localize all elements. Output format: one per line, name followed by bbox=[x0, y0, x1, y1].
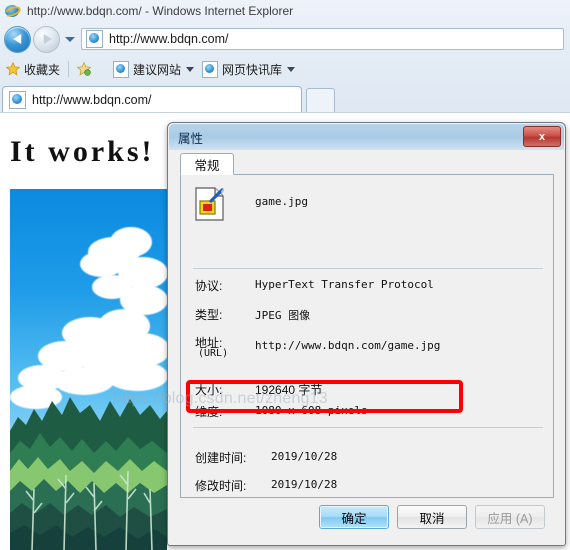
address-bar[interactable]: http://www.bdqn.com/ bbox=[81, 28, 564, 50]
dialog-tab-panel: game.jpg 协议: HyperText Transfer Protocol… bbox=[180, 174, 554, 498]
apply-button: 应用 (A) bbox=[475, 505, 545, 529]
favorites-item-label: 建议网站 bbox=[133, 62, 182, 77]
divider-bottom bbox=[193, 427, 543, 428]
tab-strip: http://www.bdqn.com/ bbox=[0, 84, 570, 113]
game-image[interactable] bbox=[10, 189, 167, 550]
dialog-button-row: 确定 取消 应用 (A) bbox=[168, 505, 565, 535]
dialog-title: 属性 bbox=[178, 131, 204, 146]
back-button[interactable] bbox=[4, 25, 31, 53]
recent-pages-chevron-down-icon[interactable] bbox=[65, 36, 75, 42]
toolbar-divider bbox=[68, 61, 70, 77]
browser-chrome: http://www.bdqn.com/ - Windows Internet … bbox=[0, 0, 570, 113]
internet-explorer-icon bbox=[113, 60, 130, 78]
page-icon bbox=[86, 30, 103, 48]
chevron-down-icon[interactable] bbox=[287, 66, 296, 72]
dialog-title-bar[interactable]: 属性 bbox=[169, 124, 564, 150]
url-highlight-box bbox=[186, 380, 463, 413]
favorites-item-suggested-sites[interactable]: 建议网站 bbox=[113, 60, 195, 78]
tab-bdqn[interactable]: http://www.bdqn.com/ bbox=[2, 86, 302, 112]
field-value: 2019/10/28 bbox=[271, 450, 338, 463]
navigation-bar: http://www.bdqn.com/ bbox=[0, 22, 570, 56]
tab-label: http://www.bdqn.com/ bbox=[32, 92, 152, 107]
add-favorite-star-icon[interactable] bbox=[77, 62, 92, 76]
cancel-button[interactable]: 取消 bbox=[397, 505, 467, 529]
field-value: JPEG 图像 bbox=[255, 309, 311, 322]
ok-button[interactable]: 确定 bbox=[319, 505, 389, 529]
chevron-down-icon[interactable] bbox=[186, 66, 195, 72]
close-icon[interactable]: x bbox=[523, 126, 561, 147]
field-label: 类型: bbox=[195, 308, 223, 322]
window-title-bar: http://www.bdqn.com/ - Windows Internet … bbox=[0, 0, 570, 22]
page-heading: It works! bbox=[10, 135, 155, 168]
window-title: http://www.bdqn.com/ - Windows Internet … bbox=[27, 4, 294, 18]
favorites-bar: 收藏夹 建议网站 网页快讯库 bbox=[0, 56, 570, 82]
new-tab-button[interactable] bbox=[306, 88, 335, 113]
address-bar-value: http://www.bdqn.com/ bbox=[109, 32, 229, 46]
field-sublabel: (URL) bbox=[198, 348, 229, 359]
field-label: 修改时间: bbox=[195, 479, 247, 493]
internet-explorer-icon bbox=[9, 90, 26, 109]
forward-button[interactable] bbox=[33, 25, 60, 53]
favorites-label[interactable]: 收藏夹 bbox=[24, 61, 60, 78]
divider-top bbox=[193, 268, 543, 269]
field-label: 协议: bbox=[195, 279, 223, 293]
field-value: 2019/10/28 bbox=[271, 478, 338, 491]
field-label: 创建时间: bbox=[195, 451, 247, 465]
field-value: http://www.bdqn.com/game.jpg bbox=[255, 339, 441, 352]
favorites-item-label: 网页快讯库 bbox=[222, 62, 283, 77]
screenshot-root: http://www.bdqn.com/ - Windows Internet … bbox=[0, 0, 570, 550]
file-name: game.jpg bbox=[255, 195, 308, 208]
favorites-item-web-slice-gallery[interactable]: 网页快讯库 bbox=[202, 60, 296, 78]
internet-explorer-icon bbox=[202, 60, 219, 78]
tab-general[interactable]: 常规 bbox=[180, 153, 234, 175]
image-file-icon bbox=[195, 187, 224, 221]
internet-explorer-icon bbox=[2, 3, 23, 20]
properties-dialog: 属性 x 常规 game.jpg 协议: HyperText Transfer … bbox=[167, 122, 566, 546]
star-icon bbox=[6, 62, 20, 76]
forest-illustration bbox=[10, 397, 167, 550]
field-value: HyperText Transfer Protocol bbox=[255, 278, 434, 291]
